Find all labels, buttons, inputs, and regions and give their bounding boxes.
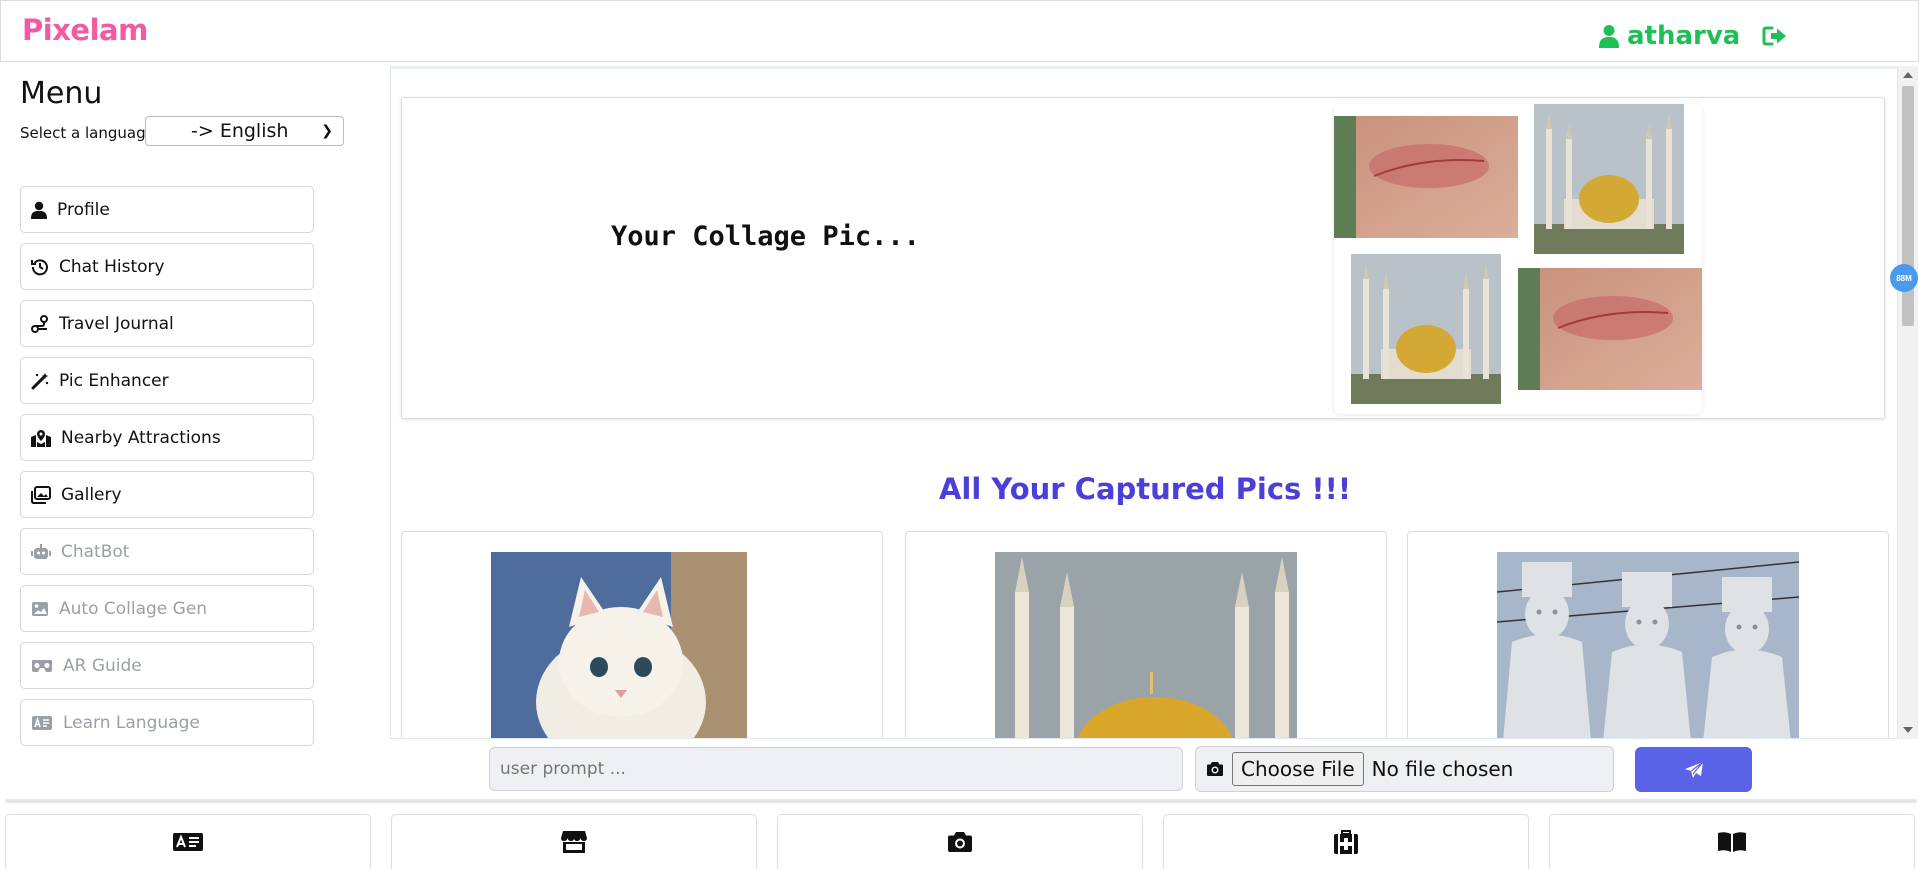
medical-kit-icon <box>1334 830 1358 854</box>
sidebar-item-gallery[interactable]: Gallery <box>20 471 314 518</box>
file-input[interactable]: Choose File No file chosen <box>1195 746 1614 792</box>
captured-pic-card-kitten[interactable] <box>401 531 883 738</box>
sidebar-item-label: Profile <box>57 199 110 220</box>
bottom-nav-language[interactable] <box>5 814 371 869</box>
sidebar-item-label: Pic Enhancer <box>59 370 169 391</box>
sidebar-item-label: Travel Journal <box>59 313 174 334</box>
choose-file-button[interactable]: Choose File <box>1232 752 1364 786</box>
floating-badge[interactable]: 88M <box>1890 264 1918 292</box>
sidebar: Menu Select a language: -> English ❯ Pro… <box>0 62 388 746</box>
footer-divider <box>5 799 1917 803</box>
statues-photo <box>1497 552 1799 738</box>
collage-tile-mosque-2 <box>1351 254 1501 404</box>
sidebar-item-label: Auto Collage Gen <box>59 598 208 619</box>
sidebar-item-travel-journal[interactable]: Travel Journal <box>20 300 314 347</box>
map-location-icon <box>31 429 51 447</box>
robot-icon <box>31 543 51 559</box>
scroll-up-arrow-icon[interactable] <box>1903 72 1913 78</box>
scroll-down-arrow-icon[interactable] <box>1903 727 1913 733</box>
captured-pic-card-mosque[interactable] <box>905 531 1387 738</box>
user-icon <box>31 201 47 219</box>
collage-tile-skin-2 <box>1518 268 1702 390</box>
user-prompt-input[interactable] <box>489 747 1183 791</box>
bottom-nav-store[interactable] <box>391 814 757 869</box>
route-icon <box>31 314 48 333</box>
sidebar-item-nearby-attractions[interactable]: Nearby Attractions <box>20 414 314 461</box>
captured-pic-card-statues[interactable] <box>1407 531 1889 738</box>
content-scrollbar[interactable] <box>1898 66 1918 739</box>
mosque-photo <box>995 552 1297 738</box>
send-button[interactable] <box>1635 747 1752 792</box>
sidebar-item-label: Nearby Attractions <box>61 427 221 448</box>
bottom-nav-medical[interactable] <box>1163 814 1529 869</box>
file-status: No file chosen <box>1371 757 1514 781</box>
top-bar: Pixelam atharva <box>0 0 1919 62</box>
camera-icon <box>948 832 972 852</box>
camera-icon <box>1207 762 1223 776</box>
magic-wand-icon <box>31 372 49 389</box>
sidebar-item-label: Learn Language <box>63 712 200 733</box>
collage-tile-mosque <box>1534 104 1684 254</box>
sidebar-item-label: AR Guide <box>63 655 142 676</box>
language-selected: -> English <box>191 120 289 142</box>
sidebar-item-profile[interactable]: Profile <box>20 186 314 233</box>
sidebar-item-ar-guide[interactable]: AR Guide <box>20 642 314 689</box>
user-icon <box>1599 25 1619 48</box>
sidebar-item-chat-history[interactable]: Chat History <box>20 243 314 290</box>
language-label: Select a language: <box>20 124 160 142</box>
sidebar-item-pic-enhancer[interactable]: Pic Enhancer <box>20 357 314 404</box>
username[interactable]: atharva <box>1627 21 1740 51</box>
collage-tile-skin <box>1334 116 1518 238</box>
book-open-icon <box>1718 832 1746 852</box>
sidebar-item-learn-language[interactable]: Learn Language <box>20 699 314 746</box>
logout-icon[interactable] <box>1762 25 1788 47</box>
sidebar-nav: Profile Chat History Travel Journal Pic … <box>20 186 314 756</box>
history-icon <box>31 258 48 275</box>
menu-title: Menu <box>20 76 103 111</box>
captured-pics-title: All Your Captured Pics !!! <box>938 472 1352 506</box>
language-select[interactable]: -> English ❯ <box>145 116 344 146</box>
kitten-photo <box>491 552 747 738</box>
language-card-icon <box>32 715 52 730</box>
store-icon <box>561 831 587 853</box>
collage-caption: Your Collage Pic... <box>611 221 920 252</box>
bottom-nav <box>0 814 1919 869</box>
sidebar-item-auto-collage-gen[interactable]: Auto Collage Gen <box>20 585 314 632</box>
composer-bar: Choose File No file chosen <box>0 743 1919 796</box>
brand-logo[interactable]: Pixelam <box>22 13 148 47</box>
sidebar-item-label: ChatBot <box>61 541 130 562</box>
bottom-nav-book[interactable] <box>1549 814 1915 869</box>
collage-image[interactable] <box>1334 104 1702 414</box>
collage-card: Your Collage Pic... <box>401 97 1885 419</box>
chevron-down-icon: ❯ <box>321 123 333 139</box>
image-icon <box>32 601 48 616</box>
paper-plane-icon <box>1684 761 1703 778</box>
sidebar-item-label: Gallery <box>61 484 122 505</box>
user-area: atharva <box>1599 21 1788 51</box>
language-card-icon <box>173 833 203 851</box>
sidebar-item-label: Chat History <box>59 256 165 277</box>
main-content[interactable]: Your Collage Pic... All Your Captured Pi… <box>390 66 1898 739</box>
images-icon <box>31 485 51 504</box>
bottom-nav-camera[interactable] <box>777 814 1143 869</box>
sidebar-item-chatbot[interactable]: ChatBot <box>20 528 314 575</box>
vr-headset-icon <box>32 659 52 672</box>
